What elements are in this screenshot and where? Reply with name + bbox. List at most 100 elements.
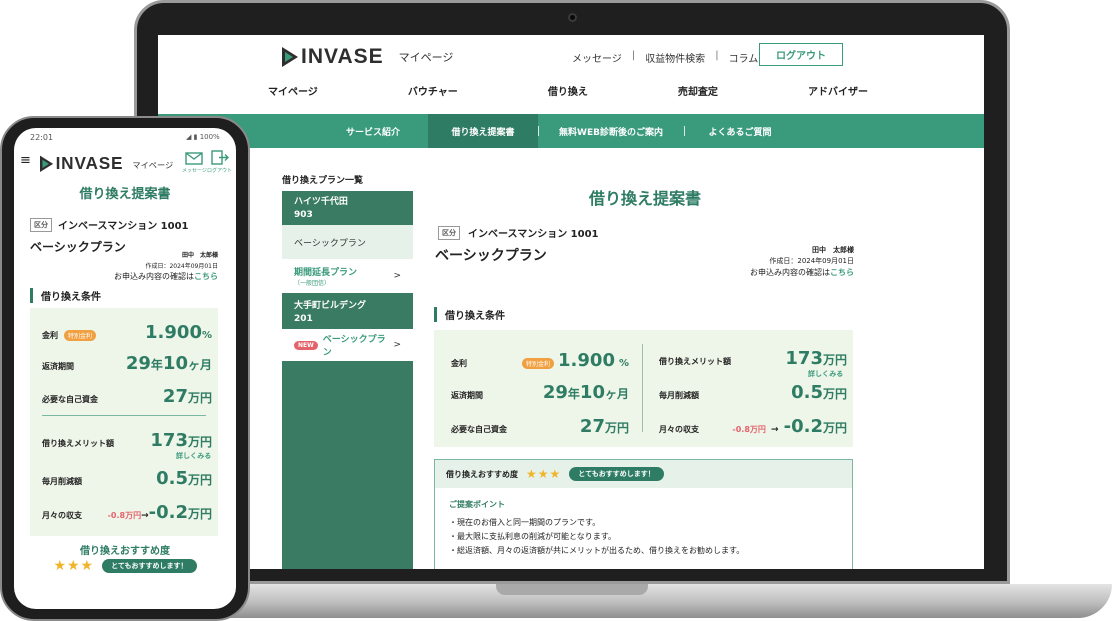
camera-icon bbox=[568, 13, 577, 22]
battery-level: 100% bbox=[199, 133, 220, 141]
nav-refinance[interactable]: 借り換え bbox=[548, 83, 588, 98]
link-property-search[interactable]: 収益物件検索 bbox=[645, 50, 705, 65]
merit-value: 173 bbox=[785, 348, 823, 369]
plan-label: 期間延長プラン bbox=[294, 268, 358, 278]
property-name: ハイツ千代田 bbox=[294, 197, 348, 207]
logout-label: ログアウト bbox=[207, 168, 233, 174]
confirm-link[interactable]: こちら bbox=[830, 268, 854, 277]
subnav-faq[interactable]: よくあるご質問 bbox=[684, 114, 796, 148]
merit-detail-link[interactable]: 詳しくみる bbox=[176, 451, 211, 461]
category-tag: 区分 bbox=[438, 225, 460, 240]
funds-unit: 万円 bbox=[187, 391, 212, 405]
star-rating-icon: ★★★ bbox=[53, 558, 95, 574]
nav-sale-assessment[interactable]: 売却査定 bbox=[678, 83, 718, 98]
period-row: 返済期間 29年10ヶ月 bbox=[451, 382, 629, 403]
phone-screen: 22:01 ◢ ▮ 100% ≡ INVASE マイページ メッセージ ログアウ… bbox=[14, 128, 236, 609]
plan-item-extended[interactable]: 期間延長プラン （一般団信） > bbox=[282, 259, 413, 293]
plan-label: ベーシックプラン bbox=[294, 238, 366, 249]
period-years: 29 bbox=[125, 353, 151, 374]
confirm-link[interactable]: こちら bbox=[194, 272, 218, 281]
top-links: メッセージ | 収益物件検索 | コラム bbox=[572, 50, 758, 65]
brand-logo[interactable]: INVASE マイページ bbox=[282, 45, 453, 69]
recommend-row: ★★★ とてもおすすめします！ bbox=[14, 558, 236, 574]
merit-detail-link[interactable]: 詳しくみる bbox=[808, 369, 843, 379]
plan-item-basic-2[interactable]: NEW ベーシックプラン > bbox=[282, 329, 413, 361]
sub-nav: サービス紹介 借り換え提案書 無料WEB診断後のご案内 よくあるご質問 bbox=[158, 114, 984, 148]
confirm-text: お申込み内容の確認は bbox=[114, 272, 194, 281]
brand-subtitle: マイページ bbox=[132, 160, 174, 170]
conditions-heading: 借り換え条件 bbox=[434, 307, 505, 322]
monthly-row: 毎月削減額 0.5万円 bbox=[42, 468, 212, 489]
special-rate-badge: 特別金利 bbox=[522, 358, 555, 369]
property-name: インベースマンション 1001 bbox=[58, 221, 189, 232]
nav-advisor[interactable]: アドバイザー bbox=[808, 83, 868, 98]
divider: | bbox=[715, 50, 719, 61]
confirm-line: お申込み内容の確認はこちら bbox=[698, 267, 854, 278]
recommend-badge: とてもおすすめします！ bbox=[569, 467, 664, 481]
property-header: 区分 インベースマンション 1001 bbox=[438, 225, 599, 240]
merit-label: 借り換えメリット額 bbox=[659, 357, 731, 366]
months-unit: ヶ月 bbox=[604, 387, 629, 401]
balance-unit: 万円 bbox=[822, 421, 847, 435]
funds-value: 27 bbox=[579, 416, 605, 437]
plan-name: ベーシックプラン bbox=[435, 248, 547, 264]
rate-value: 1.900 bbox=[558, 350, 615, 371]
conditions-panel: 金利 特別金利 1.900% 返済期間 29年10ヶ月 必要な自己資金 27万円… bbox=[434, 330, 853, 447]
link-column[interactable]: コラム bbox=[729, 50, 759, 65]
phone-header: ≡ INVASE マイページ メッセージ ログアウト bbox=[14, 150, 236, 180]
balance-after: -0.2 bbox=[148, 502, 188, 523]
balance-before: -0.8万円 bbox=[732, 425, 766, 434]
customer-name: 田中 太郎様 bbox=[812, 246, 854, 254]
star-rating-icon: ★★★ bbox=[526, 467, 562, 481]
brand-name: INVASE bbox=[301, 45, 384, 68]
plan-sidebar: ハイツ千代田 903 ベーシックプラン 期間延長プラン （一般団信） > 大手町… bbox=[282, 191, 413, 569]
page-title: 借り換え提案書 bbox=[79, 187, 171, 202]
subnav-service-intro[interactable]: サービス紹介 bbox=[318, 114, 428, 148]
point-item: ・現在のお借入と同一期間のプランです。 bbox=[449, 518, 601, 527]
confirm-text: お申込み内容の確認は bbox=[750, 268, 830, 277]
page-title: 借り換え提案書 bbox=[588, 189, 701, 208]
monthly-row: 毎月削減額 0.5万円 bbox=[659, 382, 847, 403]
plan-sublabel: （一般団信） bbox=[294, 280, 331, 287]
nav-voucher[interactable]: バウチャー bbox=[408, 83, 458, 98]
property-room: 903 bbox=[294, 210, 313, 220]
rate-value: 1.900 bbox=[145, 322, 202, 343]
months-unit: ヶ月 bbox=[187, 358, 212, 372]
menu-icon[interactable]: ≡ bbox=[20, 153, 31, 168]
message-button[interactable]: メッセージ bbox=[182, 152, 207, 174]
signal-icon: ◢ ▮ bbox=[186, 133, 200, 141]
years-unit: 年 bbox=[567, 387, 580, 401]
plan-list-title: 借り換えプラン一覧 bbox=[282, 176, 364, 186]
message-label: メッセージ bbox=[182, 168, 207, 174]
subnav-proposal[interactable]: 借り換え提案書 bbox=[428, 114, 538, 148]
main-nav: マイページ バウチャー 借り換え 売却査定 アドバイザー bbox=[268, 83, 868, 98]
created-date: 作成日：2024年09月01日 bbox=[145, 263, 218, 270]
special-rate-badge: 特別金利 bbox=[64, 330, 97, 341]
property-header: 区分 インベースマンション 1001 bbox=[30, 217, 189, 232]
logout-icon-button[interactable]: ログアウト bbox=[207, 150, 232, 174]
merit-row: 借り換えメリット額 173万円 bbox=[659, 348, 847, 369]
period-label: 返済期間 bbox=[42, 362, 74, 371]
link-messages[interactable]: メッセージ bbox=[572, 50, 622, 65]
rate-label: 金利 bbox=[42, 331, 58, 340]
conditions-panel: 金利 特別金利 1.900% 返済期間 29年10ヶ月 必要な自己資金 27万円… bbox=[30, 308, 218, 536]
years-unit: 年 bbox=[150, 358, 163, 372]
plan-item-basic[interactable]: ベーシックプラン bbox=[282, 225, 413, 259]
envelope-icon bbox=[185, 152, 204, 165]
brand-logo[interactable]: INVASE マイページ bbox=[40, 154, 173, 174]
balance-label: 月々の収支 bbox=[42, 511, 82, 520]
balance-row: 月々の収支 -0.8万円→-0.2万円 bbox=[42, 502, 212, 523]
logo-mark-icon bbox=[282, 47, 298, 67]
monthly-label: 毎月削減額 bbox=[659, 391, 699, 400]
logout-button[interactable]: ログアウト bbox=[759, 43, 843, 66]
rate-row: 金利 特別金利 1.900% bbox=[42, 322, 212, 343]
subnav-web-diagnosis[interactable]: 無料WEB診断後のご案内 bbox=[538, 114, 684, 148]
chevron-right-icon: > bbox=[393, 340, 401, 350]
nav-mypage[interactable]: マイページ bbox=[268, 83, 318, 98]
period-label: 返済期間 bbox=[451, 391, 483, 400]
point-item: ・最大限に支払利息の削減が可能となります。 bbox=[449, 532, 616, 541]
recommend-badge: とてもおすすめします！ bbox=[102, 559, 197, 573]
created-date: 作成日：2024年09月01日 bbox=[769, 257, 854, 265]
logout-icon bbox=[210, 150, 229, 165]
new-badge: NEW bbox=[294, 340, 318, 350]
